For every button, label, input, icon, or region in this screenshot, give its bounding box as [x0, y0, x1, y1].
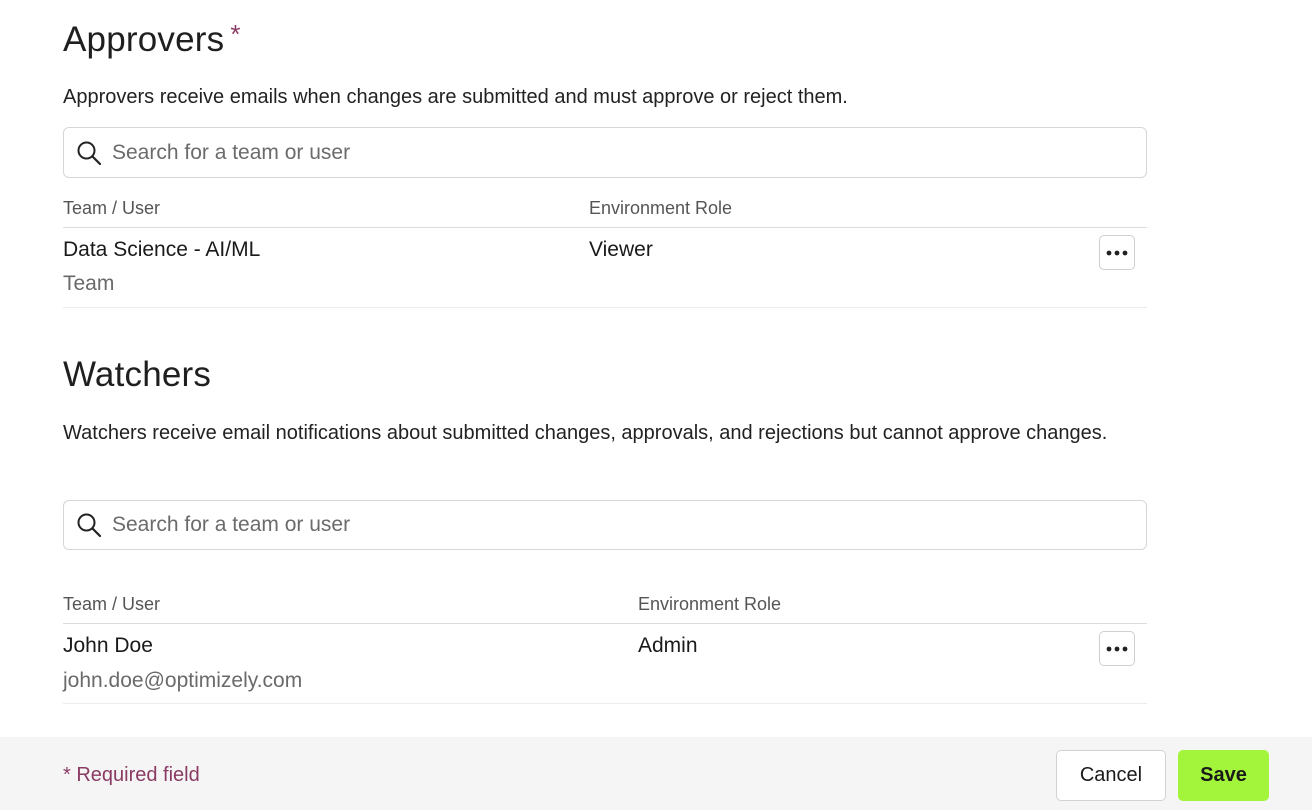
approvers-search[interactable] [63, 127, 1147, 178]
row-name: John Doe [63, 634, 153, 657]
search-icon [75, 511, 103, 539]
row-role: Admin [638, 634, 698, 657]
watchers-table-header: Team / User Environment Role [63, 594, 1147, 624]
approvers-table-header: Team / User Environment Role [63, 198, 1147, 228]
search-icon [75, 139, 103, 167]
row-more-button[interactable] [1099, 631, 1135, 666]
column-environment-role: Environment Role [638, 594, 782, 614]
page: Approvers * Approvers receive emails when… [0, 0, 1312, 810]
watchers-description: Watchers receive email notifications abo… [63, 422, 1108, 444]
watchers-title: Watchers [63, 355, 212, 394]
row-name: Data Science - AI/ML [63, 238, 261, 261]
column-team-user: Team / User [63, 198, 161, 218]
approvers-description: Approvers receive emails when changes ar… [63, 86, 848, 108]
watchers-search[interactable] [63, 500, 1147, 550]
row-subtitle: Team [63, 272, 115, 295]
row-subtitle: john.doe@optimizely.com [63, 669, 303, 692]
table-row: John Doe john.doe@optimizely.com Admin [63, 624, 1147, 704]
required-marker: * [230, 19, 241, 49]
row-role: Viewer [589, 238, 653, 261]
cancel-button[interactable]: Cancel [1056, 750, 1166, 801]
more-horizontal-icon [1106, 646, 1128, 651]
watchers-search-input[interactable] [112, 513, 1012, 537]
approvers-search-input[interactable] [112, 140, 1012, 165]
form-footer: * Required field Cancel Save [0, 737, 1312, 810]
more-horizontal-icon [1106, 250, 1128, 255]
column-environment-role: Environment Role [589, 198, 733, 218]
column-team-user: Team / User [63, 594, 161, 614]
approvers-title: Approvers * [63, 21, 241, 57]
approvers-title-text: Approvers [63, 20, 225, 59]
table-row: Data Science - AI/ML Team Viewer [63, 228, 1147, 308]
save-button[interactable]: Save [1178, 750, 1269, 801]
row-more-button[interactable] [1099, 235, 1135, 270]
required-field-note: * Required field [63, 764, 200, 786]
